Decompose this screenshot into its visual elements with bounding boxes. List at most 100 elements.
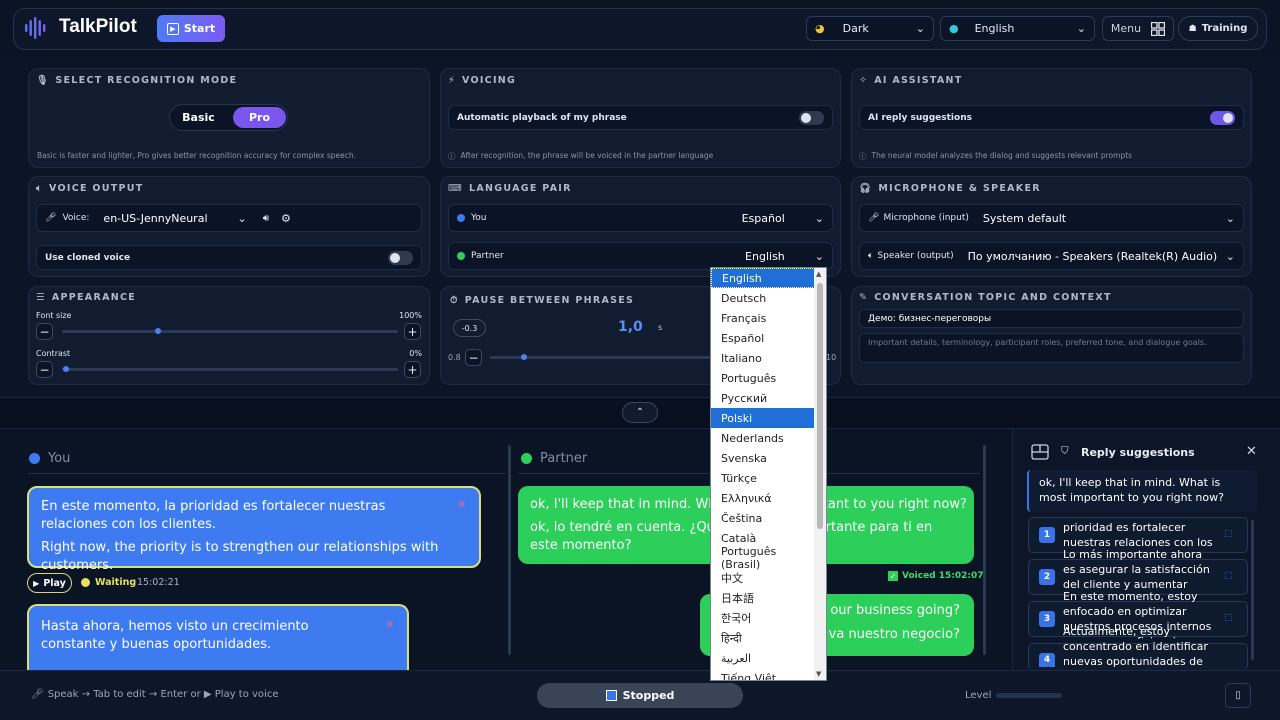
close-panel-icon[interactable]: ✕ bbox=[1246, 444, 1257, 459]
ai-suggest-toggle[interactable] bbox=[1210, 110, 1235, 125]
contrast-plus-button[interactable]: + bbox=[404, 361, 421, 378]
language-option[interactable]: Español bbox=[711, 328, 815, 348]
language-option[interactable]: Svenska bbox=[711, 448, 815, 468]
context-textarea[interactable]: Important details, terminology, particip… bbox=[859, 333, 1244, 363]
language-option[interactable]: Deutsch bbox=[711, 288, 815, 308]
auto-playback-toggle[interactable] bbox=[799, 110, 824, 125]
scroll-up-icon[interactable]: ▲ bbox=[816, 270, 821, 278]
language-option[interactable]: Tiếng Việt bbox=[711, 668, 815, 681]
chevron-down-icon[interactable]: ⌄ bbox=[238, 212, 247, 225]
you-message-1[interactable]: En este momento, la prioridad es fortale… bbox=[27, 486, 481, 573]
layout-icon[interactable] bbox=[1031, 444, 1049, 460]
font-size-plus-button[interactable]: + bbox=[404, 323, 421, 340]
level-label: Level bbox=[965, 690, 992, 701]
partner-language-label: Partner bbox=[471, 251, 504, 261]
language-option[interactable]: Français bbox=[711, 308, 815, 328]
language-option[interactable]: العربية bbox=[711, 648, 815, 668]
language-option[interactable]: English bbox=[711, 268, 815, 288]
voicing-hint: ⓘ After recognition, the phrase will be v… bbox=[448, 151, 713, 162]
volume-icon[interactable]: 🔊︎ bbox=[263, 213, 269, 224]
pause-delta-badge[interactable]: -0.3 bbox=[453, 319, 486, 337]
pause-minus-button[interactable]: − bbox=[465, 349, 482, 366]
gear-icon[interactable]: ⚙ bbox=[281, 212, 291, 225]
contrast-minus-button[interactable]: − bbox=[36, 361, 53, 378]
cloned-voice-toggle[interactable] bbox=[388, 250, 413, 265]
close-icon[interactable]: ✕ bbox=[457, 498, 466, 511]
pause-unit: s bbox=[658, 323, 663, 332]
language-option[interactable]: Português (Brasil) bbox=[711, 545, 815, 571]
speaker-row[interactable]: 🔈︎ Speaker (output) По умолчанию - Speak… bbox=[859, 242, 1244, 270]
partner-language-value: English bbox=[745, 249, 785, 263]
partner-voiced-status: ✓ Voiced 15:02:07 bbox=[888, 571, 984, 581]
language-option[interactable]: Português bbox=[711, 368, 815, 388]
language-option[interactable]: हिन्दी bbox=[711, 628, 815, 648]
play-button[interactable]: ▶ Play bbox=[27, 573, 72, 593]
contrast-slider-thumb[interactable] bbox=[63, 366, 69, 372]
dropdown-scroll-thumb[interactable] bbox=[817, 283, 823, 529]
language-pair-title-text: LANGUAGE PAIR bbox=[469, 183, 572, 194]
font-size-slider[interactable] bbox=[62, 330, 398, 333]
training-button[interactable]: ☗ Training bbox=[1178, 16, 1258, 41]
chevron-down-icon: ⌄ bbox=[1225, 249, 1235, 263]
language-option[interactable]: Türkçe bbox=[711, 468, 815, 488]
dropdown-scrollbar[interactable]: ▲ ▼ bbox=[814, 268, 826, 680]
language-option[interactable]: Polski bbox=[711, 408, 815, 428]
font-size-label: Font size bbox=[36, 311, 72, 320]
collapse-settings-button[interactable]: ⌃ bbox=[622, 402, 658, 423]
ai-hint-text: The neural model analyzes the dialog and… bbox=[871, 151, 1133, 160]
you-scrollbar[interactable] bbox=[508, 445, 511, 655]
language-option[interactable]: Nederlands bbox=[711, 428, 815, 448]
language-option[interactable]: 中文 bbox=[711, 568, 815, 588]
ui-language-select[interactable]: ● English ⌄ bbox=[940, 16, 1095, 41]
auto-playback-label: Automatic playback of my phrase bbox=[457, 112, 627, 123]
close-icon[interactable]: ✕ bbox=[385, 618, 394, 631]
mode-basic-button[interactable]: Basic bbox=[172, 107, 225, 128]
mode-pro-button[interactable]: Pro bbox=[233, 107, 286, 128]
voice-label: Voice: bbox=[62, 213, 90, 223]
partner-scrollbar[interactable] bbox=[983, 445, 986, 655]
recognition-title-text: SELECT RECOGNITION MODE bbox=[55, 75, 238, 86]
voice-value[interactable]: en-US-JennyNeural bbox=[103, 212, 207, 225]
language-option[interactable]: Ελληνικά bbox=[711, 488, 815, 508]
chevron-down-icon: ⌄ bbox=[1076, 22, 1086, 35]
chevron-down-icon: ⌄ bbox=[814, 211, 824, 225]
menu-button[interactable]: Menu bbox=[1102, 16, 1174, 41]
you-column-title: You bbox=[48, 451, 71, 466]
waiting-status: Waiting bbox=[81, 577, 136, 588]
microphone-row[interactable]: 🎤︎ Microphone (input) System default ⌄ bbox=[859, 204, 1244, 232]
language-option[interactable]: Русский bbox=[711, 388, 815, 408]
scroll-down-icon[interactable]: ▼ bbox=[816, 670, 821, 678]
insert-icon[interactable]: ⬚ bbox=[1224, 571, 1233, 581]
ai-title-text: AI ASSISTANT bbox=[874, 75, 963, 86]
suggestion-2-number: 2 bbox=[1039, 569, 1055, 585]
voicing-title: ⚡︎ VOICING bbox=[448, 75, 516, 86]
topic-input[interactable]: Демо: бизнес-переговоры bbox=[859, 309, 1244, 328]
start-button[interactable]: ▶ Start bbox=[157, 15, 225, 42]
recording-status-button[interactable]: Stopped bbox=[537, 683, 743, 708]
language-option[interactable]: 한국어 bbox=[711, 608, 815, 628]
bottom-hint-text: Speak → Tab to edit → Enter or ▶ Play to… bbox=[47, 689, 279, 700]
you-message-2[interactable]: Hasta ahora, hemos visto un crecimiento … bbox=[27, 604, 409, 670]
suggestions-scrollbar[interactable] bbox=[1251, 520, 1254, 660]
insert-icon[interactable]: ⬚ bbox=[1224, 613, 1233, 623]
pause-max: 10 bbox=[826, 353, 837, 362]
contrast-label: Contrast bbox=[36, 349, 71, 358]
battery-icon[interactable]: ▯ bbox=[1225, 683, 1251, 708]
partner-language-row[interactable]: Partner English ⌄ bbox=[448, 242, 833, 270]
you-dot-icon bbox=[29, 453, 40, 464]
suggestion-4-number: 4 bbox=[1039, 653, 1055, 667]
language-option[interactable]: 日本語 bbox=[711, 588, 815, 608]
level-meter bbox=[996, 693, 1062, 698]
language-option[interactable]: Čeština bbox=[711, 508, 815, 528]
partner-dot-icon bbox=[521, 453, 532, 464]
font-size-minus-button[interactable]: − bbox=[36, 323, 53, 340]
contrast-slider[interactable] bbox=[62, 368, 398, 371]
pause-slider-thumb[interactable] bbox=[521, 354, 527, 360]
language-option[interactable]: Italiano bbox=[711, 348, 815, 368]
voicing-hint-text: After recognition, the phrase will be vo… bbox=[460, 151, 714, 160]
font-size-slider-thumb[interactable] bbox=[154, 328, 161, 334]
speaker-label: Speaker (output) bbox=[877, 251, 954, 261]
insert-icon[interactable]: ⬚ bbox=[1224, 529, 1233, 539]
you-language-row[interactable]: You Español ⌄ bbox=[448, 204, 833, 232]
theme-select[interactable]: ◕ Dark ⌄ bbox=[806, 16, 934, 41]
